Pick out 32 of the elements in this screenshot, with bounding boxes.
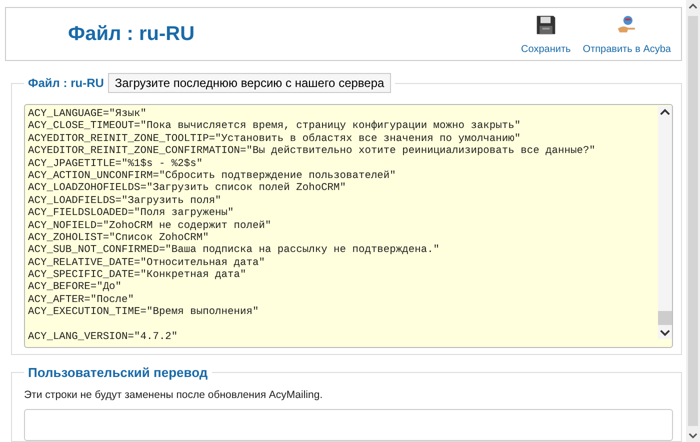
download-button[interactable]: Загрузите последнюю версию с нашего сервера — [108, 73, 392, 93]
code-line: ACY_ZOHOLIST="Список ZohoCRM" — [28, 232, 210, 244]
code-line: ACY_LOADFIELDS="Загрузить поля" — [28, 194, 222, 208]
text-area[interactable] — [24, 104, 673, 348]
code-line: ACY_LOADZOHOFIELDS="Загрузить список полей ZohoCRM" — [28, 182, 348, 195]
scrollbar[interactable] — [658, 106, 672, 339]
code-line: ACY_NOFIELD="ZohoCRM не содержит полей" — [28, 220, 272, 232]
code-line: ACY_AFTER="После" — [28, 294, 136, 306]
code-line: ACY_LANGUAGE="Язык" — [28, 108, 148, 120]
code-line: ACY_SUB_NOT_CONFIRMED="Ваша подписка на рассылку не подтверждена." — [28, 244, 441, 257]
code-line: ACY_ACTION_UNCONFIRM="Сбросить подтверждение пользователей" — [28, 170, 397, 182]
section-legend: Пользовательский перевод — [28, 365, 208, 380]
code-line: ACY_LANG_VERSION="4.7.2" — [28, 331, 179, 344]
code-line: ACY_SPECIFIC_DATE="Конкретная дата" — [28, 269, 248, 282]
scrollbar-thumb[interactable] — [688, 16, 698, 426]
code-line: ACY_JPAGETITLE="%1$s - %2$s" — [28, 158, 204, 170]
scrollbar-thumb[interactable] — [658, 311, 672, 325]
hand-globe-icon — [616, 14, 638, 36]
toolbar-button[interactable]: Отправить в Acyba — [582, 14, 671, 54]
section-legend: Файл : ru-RU — [28, 76, 104, 90]
page-title: Файл : ru-RU — [68, 22, 195, 46]
input-field[interactable] — [24, 409, 673, 441]
toolbar-button[interactable]: Сохранить — [521, 14, 571, 54]
code-line: ACYEDITOR_REINIT_ZONE_CONFIRMATION="Вы действительно хотите реинициализировать все данные?" — [28, 145, 596, 158]
section-note: Эти строки не будут заменены после обновления AcyMailing. — [24, 389, 324, 401]
code-line: ACY_FIELDSLOADED="Поля загружены" — [28, 207, 235, 220]
code-line: ACY_CLOSE_TIMEOUT="Пока вычисляется время, страницу конфигурации можно закрыть" — [28, 120, 522, 133]
code-line: ACYEDITOR_REINIT_ZONE_TOOLTIP="Установить в областях все значения по умолчанию" — [28, 132, 522, 146]
code-line: ACY_EXECUTION_TIME="Время выполнения" — [28, 306, 260, 319]
code-line: ACY_BEFORE="До" — [28, 281, 123, 294]
code-line: ACY_RELATIVE_DATE="Относительная дата" — [28, 256, 266, 270]
page-scrollbar[interactable] — [686, 0, 700, 442]
